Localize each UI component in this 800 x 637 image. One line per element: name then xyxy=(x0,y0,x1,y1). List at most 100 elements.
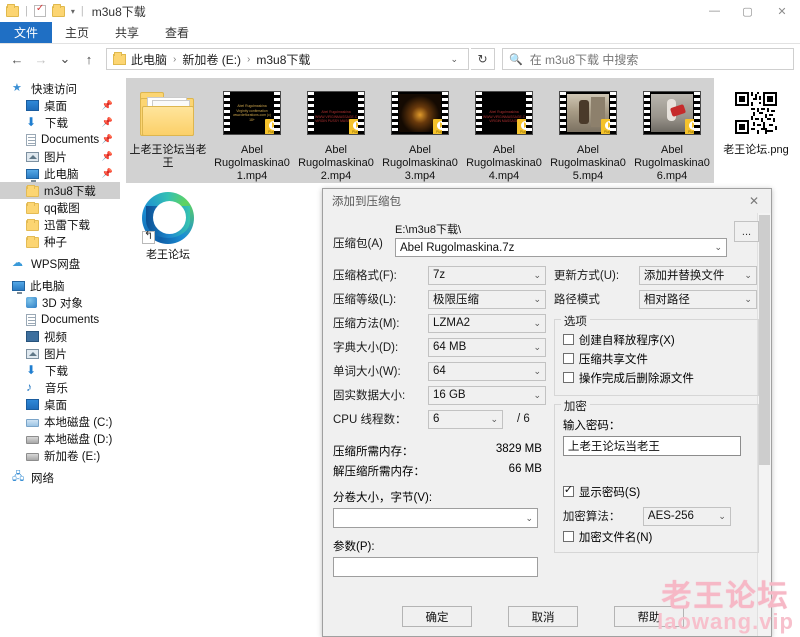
sidebar-item-documents[interactable]: Documents 📌 xyxy=(0,131,120,148)
minimize-button[interactable]: — xyxy=(698,0,731,22)
forward-button[interactable]: → xyxy=(30,48,52,70)
help-button[interactable]: 帮助 xyxy=(614,606,684,627)
ok-button[interactable]: 确定 xyxy=(402,606,472,627)
encrypt-filenames-checkbox[interactable]: 加密文件名(N) xyxy=(562,527,750,546)
path-mode-select[interactable]: 相对路径 ⌄ xyxy=(638,289,757,309)
compression-method-select[interactable]: LZMA2 ⌄ xyxy=(428,313,546,333)
sidebar-item-torrents[interactable]: 种子 xyxy=(0,233,120,250)
sidebar-item-wps-cloud[interactable]: ☁ WPS网盘 xyxy=(0,255,120,272)
word-size-row: 单词大小(W): 64 ⌄ xyxy=(333,359,548,383)
edge-browser-icon xyxy=(142,192,194,244)
file-name: Abel Rugolmaskina05.mp4 xyxy=(550,144,626,182)
refresh-button[interactable]: ↻ xyxy=(471,48,495,70)
sidebar-item-this-pc[interactable]: 此电脑 xyxy=(0,277,120,294)
document-icon xyxy=(26,133,36,146)
sidebar-item-drive-c[interactable]: 本地磁盘 (C:) xyxy=(0,413,120,430)
sidebar-item-music[interactable]: ♪ 音乐 xyxy=(0,379,120,396)
sidebar-item-thunder-download[interactable]: 迅雷下载 xyxy=(0,216,120,233)
checkbox-icon[interactable] xyxy=(562,531,574,542)
sidebar-item-drive-d[interactable]: 本地磁盘 (D:) xyxy=(0,430,120,447)
sidebar-item-quick-access[interactable]: ★ 快速访问 xyxy=(0,80,120,97)
up-button[interactable]: ↑ xyxy=(78,48,100,70)
back-button[interactable]: ← xyxy=(6,48,28,70)
new-folder-icon[interactable] xyxy=(51,3,65,17)
show-password-checkbox[interactable]: 显示密码(S) xyxy=(562,482,750,501)
chevron-down-icon[interactable]: ⌄ xyxy=(708,242,722,253)
parameters-input[interactable] xyxy=(333,557,538,577)
path-mode-row: 路径模式 相对路径 ⌄ xyxy=(554,287,759,311)
cancel-button[interactable]: 取消 xyxy=(508,606,578,627)
close-button[interactable]: ✕ xyxy=(764,0,800,22)
sidebar-item-drive-e[interactable]: 新加卷 (E:) xyxy=(0,447,120,464)
encryption-algorithm-select[interactable]: AES-256 ⌄ xyxy=(642,506,731,526)
sidebar-item-label: qq截图 xyxy=(44,202,80,215)
recent-locations-button[interactable]: ⌄ xyxy=(54,48,76,70)
encryption-group-title: 加密 xyxy=(560,398,590,414)
tab-file[interactable]: 文件 xyxy=(0,22,53,43)
window-title: m3u8下载 xyxy=(91,4,146,19)
cpu-threads-select[interactable]: 6 ⌄ xyxy=(428,409,503,429)
tab-share[interactable]: 共享 xyxy=(102,22,152,43)
sidebar-item-videos[interactable]: 视频 xyxy=(0,328,120,345)
chevron-down-icon[interactable]: ▾ xyxy=(71,7,75,16)
player-badge: Player xyxy=(433,119,448,134)
checkbox-icon[interactable] xyxy=(562,334,574,345)
cpu-threads-total: / 6 xyxy=(517,413,530,425)
file-item-video-2[interactable]: Abel Rugolmaskina WWW.VIRGINMASSAGE.COM … xyxy=(294,78,378,183)
solid-block-size-select[interactable]: 16 GB ⌄ xyxy=(428,385,546,405)
tab-home[interactable]: 主页 xyxy=(52,22,102,43)
tab-view[interactable]: 查看 xyxy=(152,22,202,43)
file-item-video-4[interactable]: Abel Rugolmaskina WWW.VIRGINMASSAGE.COM … xyxy=(462,78,546,183)
delete-after-compression-checkbox[interactable]: 操作完成后删除源文件 xyxy=(562,368,750,387)
sidebar-item-qq-screenshot[interactable]: qq截图 xyxy=(0,199,120,216)
browse-button[interactable]: ... xyxy=(734,221,759,242)
sidebar-item-documents-pc[interactable]: Documents xyxy=(0,311,120,328)
search-box[interactable]: 🔍 在 m3u8下载 中搜索 xyxy=(502,48,794,70)
compression-level-select[interactable]: 极限压缩 ⌄ xyxy=(428,289,546,309)
password-input[interactable]: 上老王论坛当老王 xyxy=(562,436,741,456)
sidebar-item-pictures-pc[interactable]: 图片 xyxy=(0,345,120,362)
archive-format-select[interactable]: 7z ⌄ xyxy=(428,265,546,285)
file-item-folder[interactable]: 上老王论坛当老王 xyxy=(126,78,210,183)
breadcrumb-drive[interactable]: 新加卷 (E:) xyxy=(182,51,241,68)
compress-shared-files-checkbox[interactable]: 压缩共享文件 xyxy=(562,349,750,368)
archive-name-input[interactable]: Abel Rugolmaskina.7z ⌄ xyxy=(395,238,727,257)
add-to-archive-dialog[interactable]: 添加到压缩包 ✕ 压缩包(A) E:\m3u8下载\ Abel Rugolmas… xyxy=(322,188,772,637)
file-item-edge-shortcut[interactable]: 老王论坛 xyxy=(126,183,210,288)
file-item-qr-image[interactable]: 老王论坛.png xyxy=(714,78,798,183)
sidebar-item-3d-objects[interactable]: 3D 对象 xyxy=(0,294,120,311)
sidebar-item-this-pc-qa[interactable]: 此电脑 📌 xyxy=(0,165,120,182)
checkbox-icon[interactable] xyxy=(562,483,574,497)
breadcrumb-folder[interactable]: m3u8下载 xyxy=(256,51,310,68)
sidebar-item-desktop[interactable]: 桌面 📌 xyxy=(0,97,120,114)
properties-icon[interactable] xyxy=(33,3,46,17)
close-icon[interactable]: ✕ xyxy=(737,189,771,213)
maximize-button[interactable]: ▢ xyxy=(731,0,764,22)
file-item-video-6[interactable]: Player Abel Rugolmaskina06.mp4 xyxy=(630,78,714,183)
volume-size-input[interactable]: ⌄ xyxy=(333,508,538,528)
dictionary-size-select[interactable]: 64 MB ⌄ xyxy=(428,337,546,357)
dialog-body: 压缩包(A) E:\m3u8下载\ Abel Rugolmaskina.7z ⌄… xyxy=(323,213,771,636)
sidebar-item-m3u8-download[interactable]: m3u8下载 xyxy=(0,182,120,199)
sidebar-item-network[interactable]: 🖧 网络 xyxy=(0,469,120,486)
word-size-select[interactable]: 64 ⌄ xyxy=(428,361,546,381)
checkbox-icon[interactable] xyxy=(562,353,574,364)
chevron-down-icon[interactable]: ⌄ xyxy=(519,513,533,524)
file-item-video-5[interactable]: Player Abel Rugolmaskina05.mp4 xyxy=(546,78,630,183)
sidebar-item-label: 此电脑 xyxy=(44,168,79,181)
video-thumbnail: Abel Rugolmaskina WWW.VIRGINMASSAGE.COM … xyxy=(307,91,365,135)
memory-decompression-label: 解压缩所需内存： xyxy=(333,466,425,478)
update-mode-select[interactable]: 添加并替换文件 ⌄ xyxy=(638,265,757,285)
chevron-down-icon: ⌄ xyxy=(744,269,752,280)
file-item-video-1[interactable]: Abel Rugolmaskina Virginity confirmation… xyxy=(210,78,294,183)
chevron-down-icon[interactable]: ⌄ xyxy=(442,54,466,65)
create-sfx-checkbox[interactable]: 创建自释放程序(X) xyxy=(562,330,750,349)
sidebar-item-pictures[interactable]: 图片 📌 xyxy=(0,148,120,165)
address-bar[interactable]: 此电脑 › 新加卷 (E:) › m3u8下载 ⌄ xyxy=(106,48,469,70)
sidebar-item-downloads[interactable]: ⬇ 下载 📌 xyxy=(0,114,120,131)
sidebar-item-downloads-pc[interactable]: ⬇ 下载 xyxy=(0,362,120,379)
checkbox-icon[interactable] xyxy=(562,372,574,383)
sidebar-item-desktop-pc[interactable]: 桌面 xyxy=(0,396,120,413)
file-item-video-3[interactable]: Player Abel Rugolmaskina03.mp4 xyxy=(378,78,462,183)
breadcrumb-this-pc[interactable]: 此电脑 xyxy=(131,51,167,68)
